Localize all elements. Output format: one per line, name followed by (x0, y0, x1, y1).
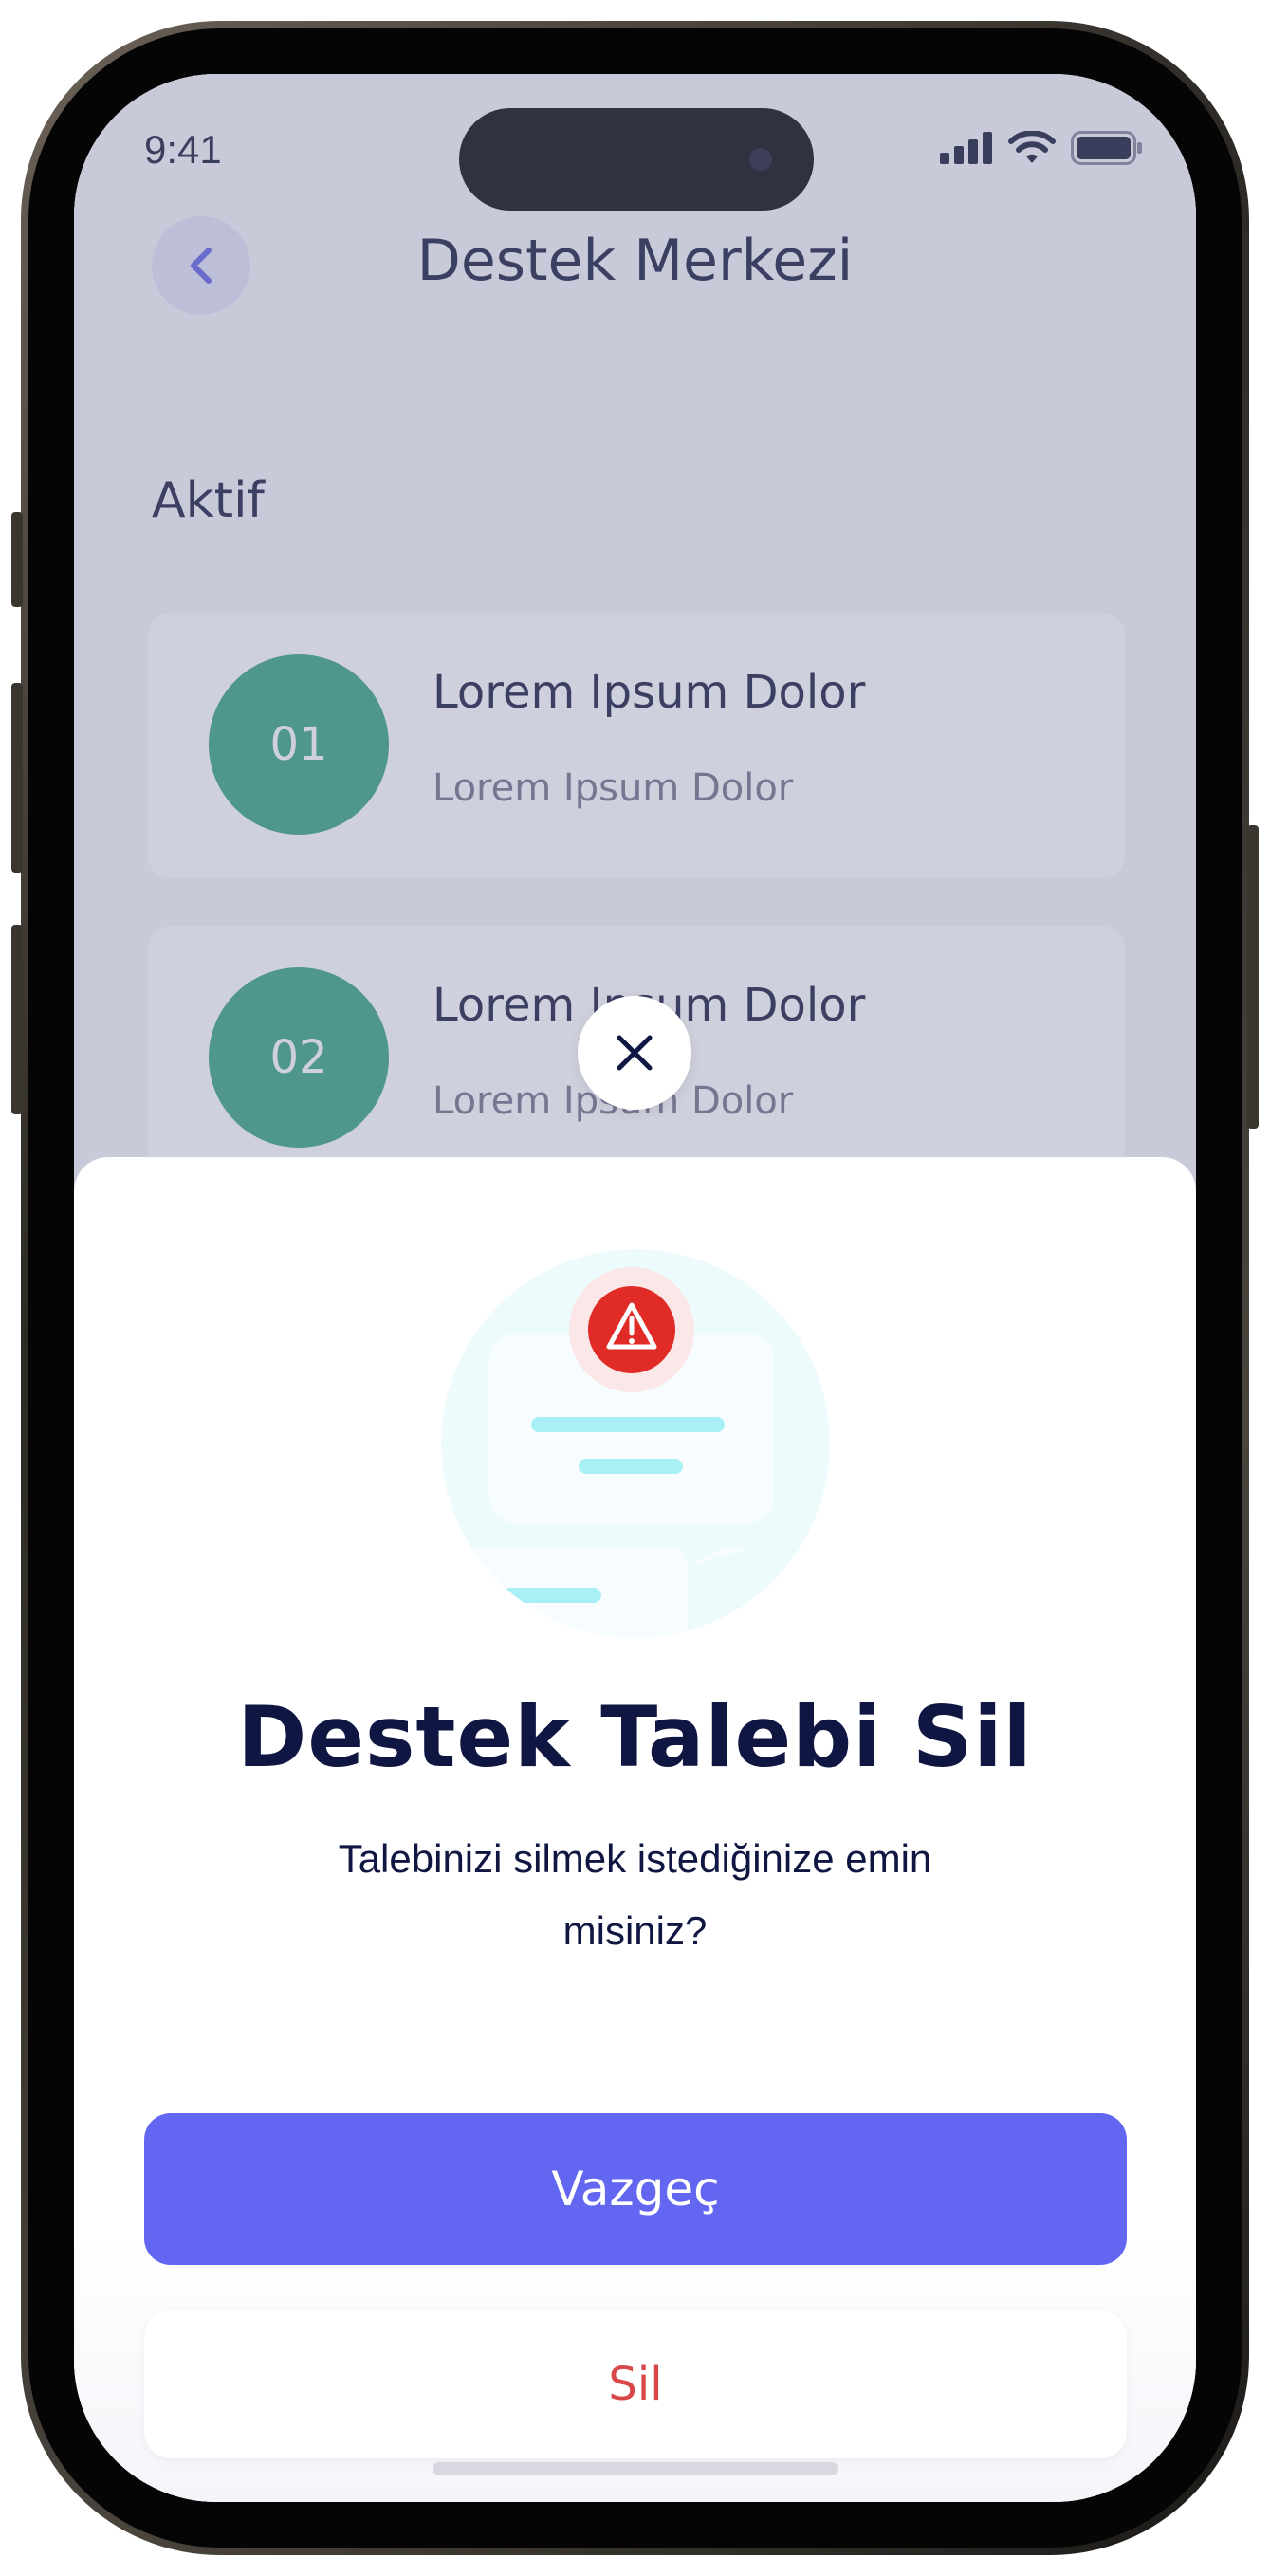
delete-button[interactable]: Sil (144, 2310, 1127, 2458)
close-sheet-button[interactable] (578, 996, 691, 1110)
volume-down-button (11, 925, 23, 1114)
home-indicator[interactable] (433, 2462, 838, 2475)
volume-up-button (11, 683, 23, 873)
delete-dialog-sheet: Destek Talebi Sil Talebinizi silmek iste… (74, 1157, 1196, 2502)
cancel-button[interactable]: Vazgeç (144, 2113, 1127, 2265)
screen: 9:41 Destek Merkezi Aktif 01 Lorem Ipsum… (74, 74, 1196, 2502)
dialog-title: Destek Talebi Sil (237, 1688, 1033, 1786)
dialog-message: Talebinizi silmek istediğinize emin misi… (338, 1836, 932, 1953)
power-button (1247, 825, 1259, 1129)
mute-switch (11, 512, 23, 607)
close-icon (617, 1035, 653, 1071)
delete-ticket-illustration (441, 1249, 830, 1638)
